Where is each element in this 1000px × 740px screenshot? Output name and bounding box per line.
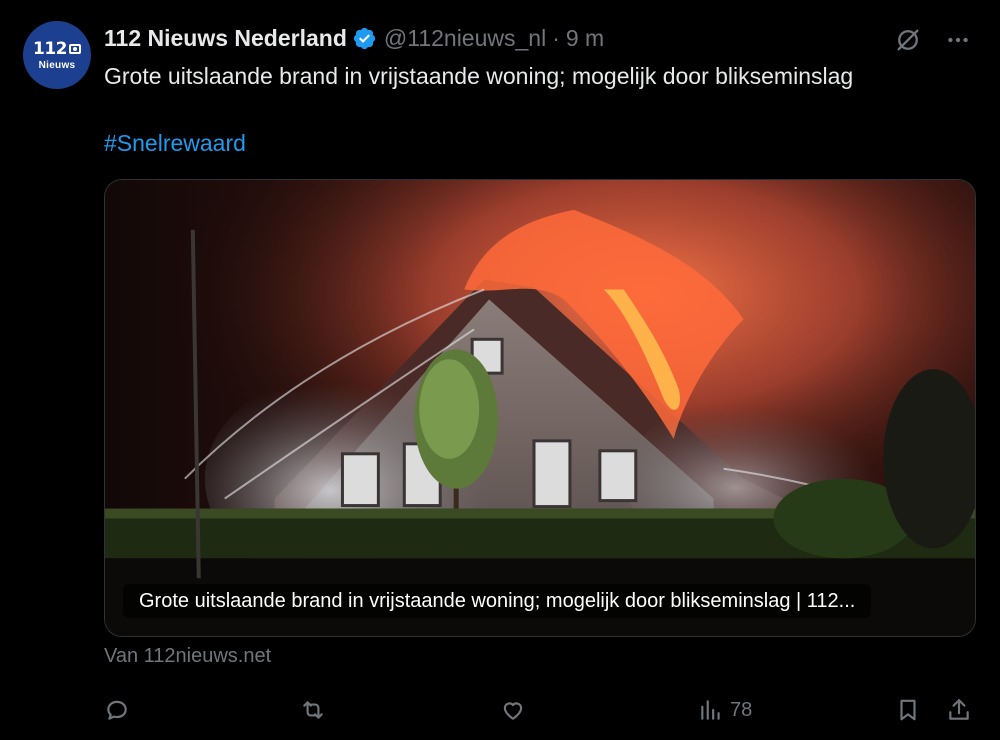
share-icon — [949, 699, 969, 720]
repost-button[interactable] — [300, 690, 326, 730]
hashtag-link[interactable]: #Snelrewaard — [104, 128, 246, 158]
tweet-header: 112 Nieuws Nederland @112nieuws_nl · 9 m — [104, 22, 604, 54]
avatar-logo: 112 — [33, 39, 81, 59]
more-icon[interactable] — [942, 24, 974, 56]
repost-icon — [303, 701, 323, 719]
card-source[interactable]: Van 112nieuws.net — [104, 645, 271, 668]
separator: · — [552, 24, 560, 51]
fire-house-photo — [105, 180, 975, 636]
reply-icon — [107, 700, 127, 720]
views-count: 78 — [730, 698, 753, 721]
verified-badge-icon[interactable] — [352, 26, 377, 51]
handle[interactable]: @112nieuws_nl — [384, 25, 546, 52]
timestamp[interactable]: 9 m — [566, 25, 604, 52]
avatar-subtitle: Nieuws — [38, 60, 76, 71]
top-actions — [892, 24, 974, 56]
views-button[interactable]: 78 — [698, 690, 752, 730]
grok-icon[interactable] — [892, 24, 924, 56]
views-icon — [701, 700, 720, 720]
camera-icon — [69, 44, 81, 54]
bookmark-icon — [900, 699, 916, 721]
avatar[interactable]: 112 Nieuws — [23, 21, 91, 89]
tweet-text: Grote uitslaande brand in vrijstaande wo… — [104, 63, 854, 89]
like-button[interactable] — [500, 690, 526, 730]
like-icon — [503, 702, 523, 720]
bookmark-button[interactable] — [895, 690, 921, 730]
share-button[interactable] — [946, 690, 972, 730]
display-name[interactable]: 112 Nieuws Nederland — [104, 25, 347, 52]
action-bar: 78 — [100, 690, 980, 730]
link-card[interactable]: Grote uitslaande brand in vrijstaande wo… — [104, 179, 976, 637]
reply-button[interactable] — [104, 690, 130, 730]
card-caption: Grote uitslaande brand in vrijstaande wo… — [123, 584, 872, 618]
